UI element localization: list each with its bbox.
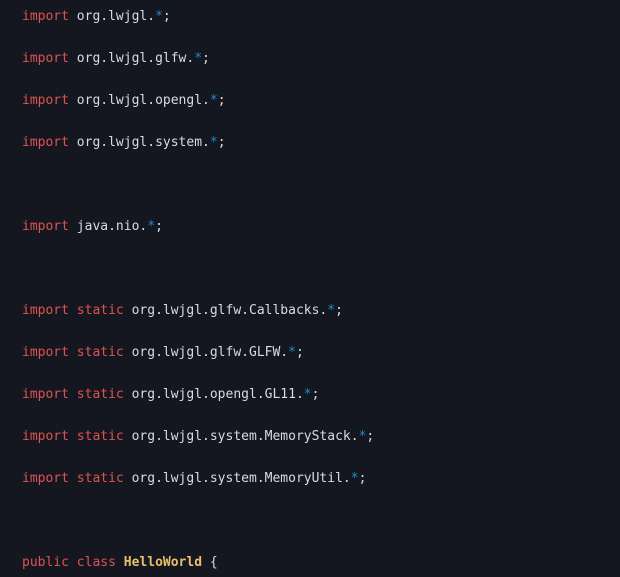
keyword-import: import: [22, 345, 69, 360]
wildcard: *: [210, 135, 218, 150]
package-path: org.lwjgl.: [77, 9, 155, 24]
keyword-import: import: [22, 303, 69, 318]
wildcard: *: [210, 93, 218, 108]
import-static-line: import static org.lwjgl.system.MemoryUti…: [0, 468, 620, 489]
package-path: org.lwjgl.system.MemoryStack.: [132, 429, 359, 444]
wildcard: *: [351, 471, 359, 486]
semicolon: ;: [155, 219, 163, 234]
package-path: org.lwjgl.glfw.GLFW.: [132, 345, 289, 360]
package-path: java.nio.: [77, 219, 147, 234]
keyword-static: static: [77, 345, 124, 360]
package-path: org.lwjgl.glfw.Callbacks.: [132, 303, 328, 318]
keyword-import: import: [22, 93, 69, 108]
package-path: org.lwjgl.system.: [77, 135, 210, 150]
keyword-static: static: [77, 303, 124, 318]
package-path: org.lwjgl.glfw.: [77, 51, 194, 66]
keyword-import: import: [22, 219, 69, 234]
wildcard: *: [288, 345, 296, 360]
import-line: import org.lwjgl.opengl.*;: [0, 90, 620, 111]
semicolon: ;: [218, 93, 226, 108]
import-static-line: import static org.lwjgl.opengl.GL11.*;: [0, 384, 620, 405]
semicolon: ;: [202, 51, 210, 66]
code-block: import org.lwjgl.*; import org.lwjgl.glf…: [0, 0, 620, 577]
wildcard: *: [194, 51, 202, 66]
semicolon: ;: [163, 9, 171, 24]
keyword-static: static: [77, 471, 124, 486]
keyword-import: import: [22, 471, 69, 486]
class-declaration: public class HelloWorld {: [0, 552, 620, 573]
keyword-import: import: [22, 387, 69, 402]
blank-line: [0, 510, 620, 531]
package-path: org.lwjgl.opengl.: [77, 93, 210, 108]
blank-line: [0, 258, 620, 279]
import-line: import org.lwjgl.*;: [0, 6, 620, 27]
semicolon: ;: [312, 387, 320, 402]
wildcard: *: [147, 219, 155, 234]
import-static-line: import static org.lwjgl.glfw.GLFW.*;: [0, 342, 620, 363]
keyword-static: static: [77, 387, 124, 402]
semicolon: ;: [218, 135, 226, 150]
import-line: import org.lwjgl.system.*;: [0, 132, 620, 153]
keyword-import: import: [22, 429, 69, 444]
wildcard: *: [304, 387, 312, 402]
wildcard: *: [327, 303, 335, 318]
import-static-line: import static org.lwjgl.system.MemorySta…: [0, 426, 620, 447]
import-static-line: import static org.lwjgl.glfw.Callbacks.*…: [0, 300, 620, 321]
package-path: org.lwjgl.system.MemoryUtil.: [132, 471, 351, 486]
brace-open: {: [202, 555, 218, 570]
keyword-static: static: [77, 429, 124, 444]
keyword-import: import: [22, 51, 69, 66]
semicolon: ;: [335, 303, 343, 318]
class-name: HelloWorld: [124, 555, 202, 570]
import-line: import org.lwjgl.glfw.*;: [0, 48, 620, 69]
package-path: org.lwjgl.opengl.GL11.: [132, 387, 304, 402]
import-line: import java.nio.*;: [0, 216, 620, 237]
keyword-import: import: [22, 135, 69, 150]
semicolon: ;: [296, 345, 304, 360]
keyword-public: public: [22, 555, 69, 570]
blank-line: [0, 174, 620, 195]
keyword-class: class: [77, 555, 116, 570]
semicolon: ;: [366, 429, 374, 444]
semicolon: ;: [359, 471, 367, 486]
wildcard: *: [155, 9, 163, 24]
keyword-import: import: [22, 9, 69, 24]
